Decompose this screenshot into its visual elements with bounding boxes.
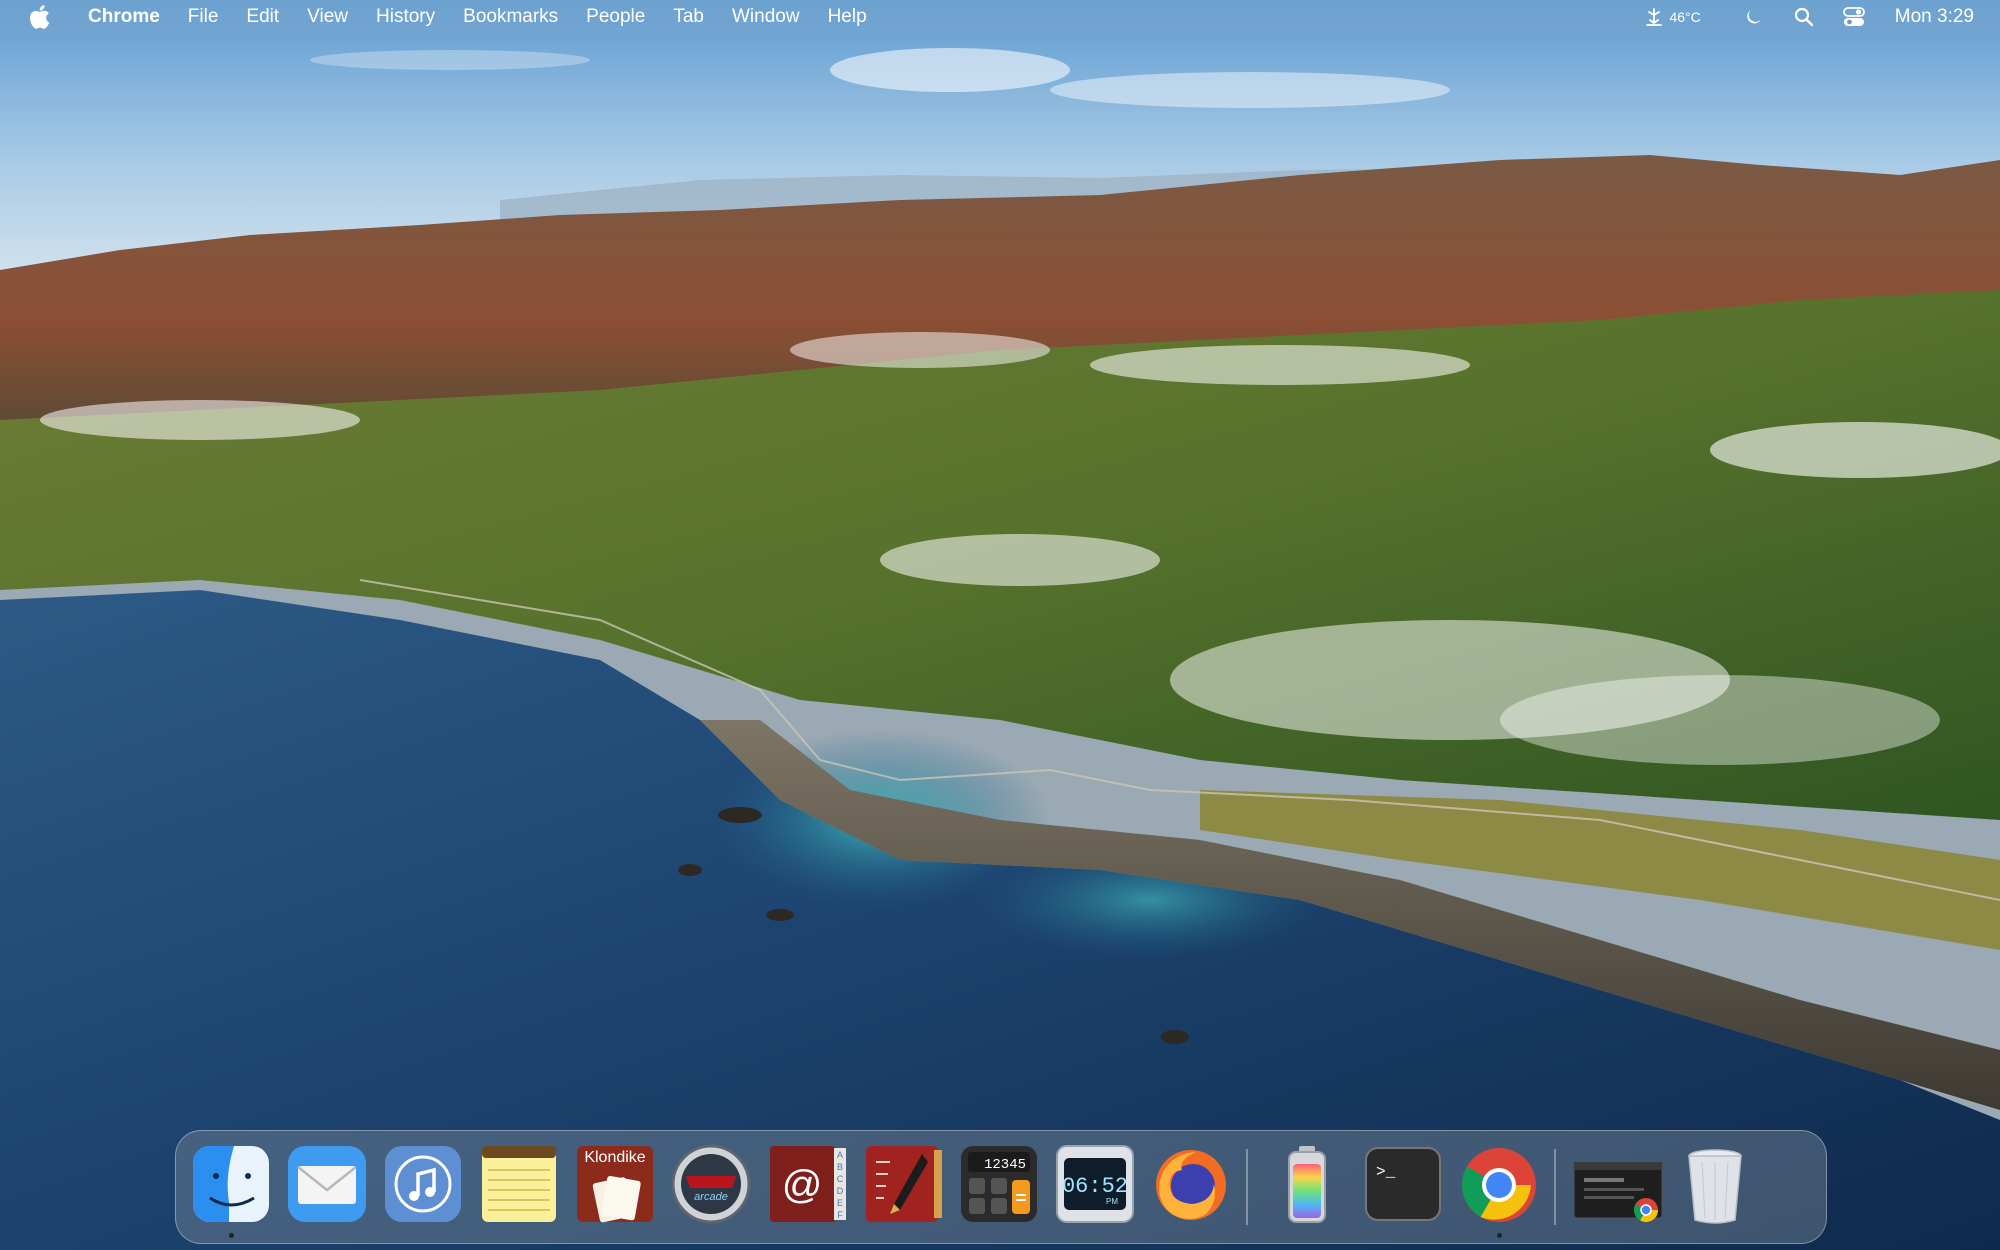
running-indicator [1497,1233,1502,1238]
digital-clock-ampm: PM [1106,1197,1118,1206]
notepad-icon [482,1146,556,1222]
moon-icon[interactable] [1729,0,1779,33]
firefox-icon [1156,1150,1226,1220]
dock-klondike[interactable]: Klondike [572,1140,658,1228]
dock-music[interactable] [380,1140,466,1228]
dock-mail[interactable] [284,1140,370,1228]
dock-calculator[interactable]: 12345 [956,1140,1042,1228]
finder-icon [193,1146,269,1222]
klondike-label: Klondike [584,1149,645,1166]
digital-clock-icon: 06:52 PM [1056,1145,1134,1223]
address-tab-a: A [837,1150,843,1160]
terminal-prompt: >_ [1376,1163,1396,1181]
weather-temperature: 46°C [1669,8,1701,25]
dock-chrome-window-thumbnail[interactable] [1570,1140,1666,1228]
minimized-window-thumbnail [1573,1161,1663,1223]
menu-window[interactable]: Window [718,0,814,33]
fountain-pen-icon [866,1146,942,1222]
menu-people[interactable]: People [572,0,659,33]
menu-app-name[interactable]: Chrome [82,0,174,33]
dock-notes[interactable] [476,1140,562,1228]
pinball-arcade-label: arcade [694,1191,728,1203]
dock-digital-clock[interactable]: 06:52 PM [1052,1140,1138,1228]
calculator-icon: 12345 [961,1146,1037,1222]
menu-bar-clock[interactable]: Mon 3:29 [1879,0,2000,33]
rainbow-battery-icon [1288,1146,1326,1223]
calculator-display: 12345 [984,1157,1026,1173]
menu-bar-status-area: 46°C Mon 3:29 [1643,0,2000,33]
address-tab-c: C [837,1174,844,1184]
svg-text:@: @ [782,1163,823,1207]
dock-pinball-arcade[interactable]: arcade [668,1140,754,1228]
wallpaper-landscape-image [0,0,2000,1250]
address-book-icon: @ A B C D E F [770,1146,846,1222]
weather-station-icon [1646,7,1663,26]
apple-logo-icon[interactable] [24,2,54,32]
dock-finder[interactable] [188,1140,274,1238]
address-tab-f: F [837,1210,843,1220]
desktop-wallpaper [0,0,2000,1250]
menu-view[interactable]: View [293,0,362,33]
trash-icon [1688,1149,1742,1224]
menu-help[interactable]: Help [814,0,881,33]
address-tab-d: D [837,1186,844,1196]
menu-tab[interactable]: Tab [659,0,718,33]
pinball-arcade-icon: arcade [671,1144,751,1224]
terminal-icon: >_ [1365,1147,1441,1221]
dock-quill-notebook[interactable] [860,1140,946,1228]
control-center-icon[interactable] [1829,0,1879,33]
dock: Klondike arcade @ A B C D E F 12345 06:5… [175,1130,1827,1244]
menu-file[interactable]: File [174,0,233,33]
menu-bookmarks[interactable]: Bookmarks [449,0,572,33]
search-icon[interactable] [1779,0,1829,33]
digital-clock-time: 06:52 [1062,1174,1128,1199]
dock-trash[interactable] [1672,1140,1758,1228]
running-indicator [229,1233,234,1238]
klondike-cards-icon: Klondike [577,1146,653,1223]
address-tab-e: E [837,1198,843,1208]
dock-terminal[interactable]: >_ [1360,1140,1446,1228]
dock-address-book[interactable]: @ A B C D E F [764,1140,850,1228]
dock-chrome[interactable] [1456,1140,1542,1238]
menu-history[interactable]: History [362,0,449,33]
music-note-icon [385,1146,461,1222]
chrome-icon [1462,1148,1536,1222]
weather-widget[interactable]: 46°C [1643,0,1728,33]
dock-firefox[interactable] [1148,1140,1234,1228]
menu-bar-left: Chrome File Edit View History Bookmarks … [0,0,881,33]
mail-icon [288,1146,366,1222]
address-tab-b: B [837,1162,843,1172]
menu-edit[interactable]: Edit [232,0,293,33]
menu-bar: Chrome File Edit View History Bookmarks … [0,0,2000,33]
dock-separator [1554,1149,1556,1225]
dock-separator [1246,1149,1248,1225]
dock-battery-app[interactable] [1264,1140,1350,1228]
